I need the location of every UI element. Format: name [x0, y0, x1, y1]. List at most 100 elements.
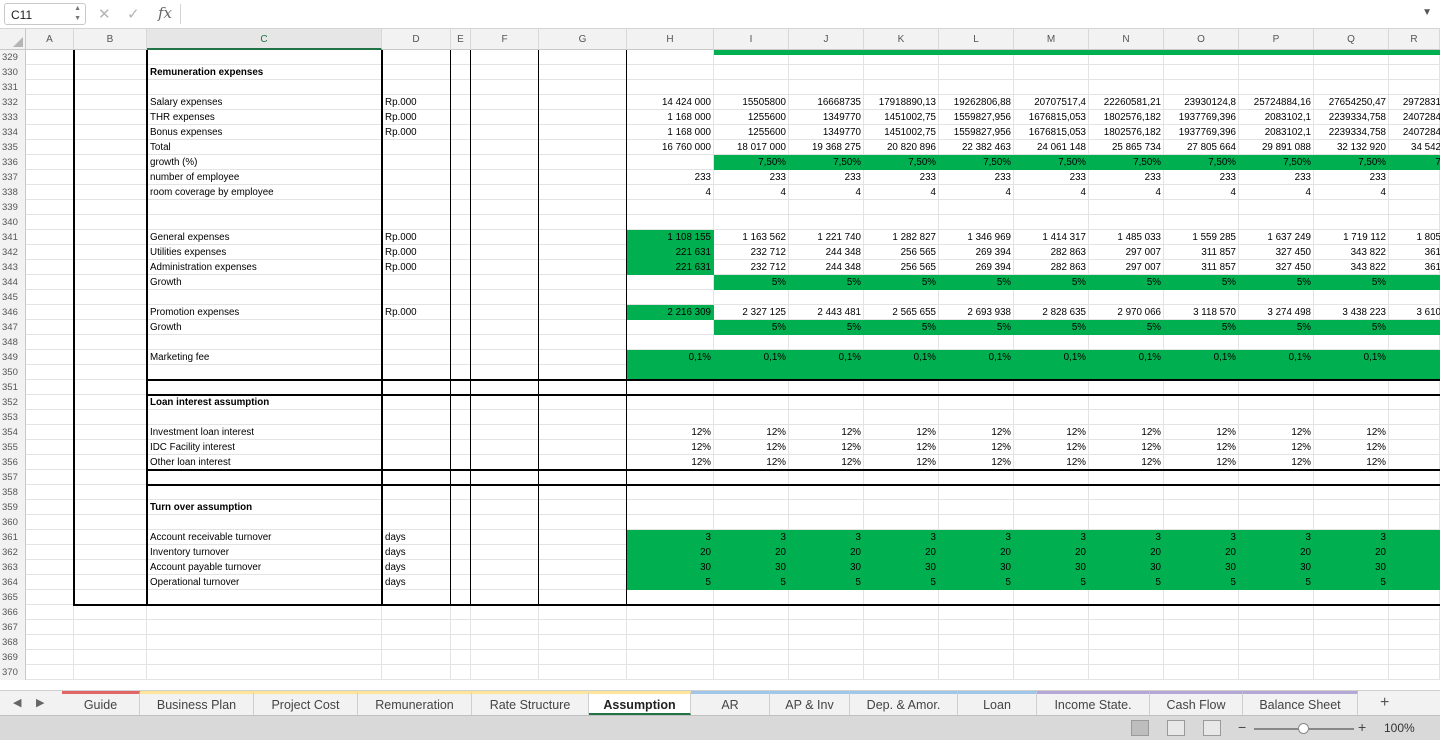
- cell[interactable]: 27 805 664: [1167, 140, 1236, 155]
- column-header[interactable]: L: [939, 29, 1014, 50]
- cell[interactable]: 29 891 088: [1242, 140, 1311, 155]
- cell[interactable]: 5: [630, 575, 711, 590]
- cell[interactable]: 12%: [1167, 425, 1236, 440]
- row-header[interactable]: 349: [0, 350, 26, 365]
- cell[interactable]: 7: [1392, 155, 1440, 170]
- row-header[interactable]: 363: [0, 560, 26, 575]
- cell[interactable]: 256 565: [867, 260, 936, 275]
- cell[interactable]: 1676815,053: [1017, 110, 1086, 125]
- cell[interactable]: 2 970 066: [1092, 305, 1161, 320]
- cancel-icon[interactable]: ✕: [98, 5, 111, 23]
- cell[interactable]: 233: [942, 170, 1011, 185]
- row-header[interactable]: 338: [0, 185, 26, 200]
- formula-input[interactable]: [188, 5, 1408, 23]
- row-header[interactable]: 365: [0, 590, 26, 605]
- cell[interactable]: 12%: [1242, 455, 1311, 470]
- sheet-tab[interactable]: Income State.: [1037, 691, 1150, 715]
- cell[interactable]: 3: [630, 530, 711, 545]
- row-header[interactable]: 357: [0, 470, 26, 485]
- cell[interactable]: 12%: [792, 440, 861, 455]
- cell[interactable]: 16 760 000: [630, 140, 711, 155]
- row-header[interactable]: 343: [0, 260, 26, 275]
- sheet-tab[interactable]: Remuneration: [358, 691, 472, 715]
- cell[interactable]: 233: [630, 170, 711, 185]
- cell[interactable]: 256 565: [867, 245, 936, 260]
- sheet-tab[interactable]: Dep. & Amor.: [850, 691, 958, 715]
- cell[interactable]: 5%: [1092, 275, 1161, 290]
- sheet-tab[interactable]: Business Plan: [140, 691, 254, 715]
- cell[interactable]: 12%: [867, 440, 936, 455]
- cell[interactable]: 19 368 275: [792, 140, 861, 155]
- row-header[interactable]: 353: [0, 410, 26, 425]
- cell[interactable]: Utilities expenses: [150, 245, 379, 260]
- cell[interactable]: 232 712: [717, 260, 786, 275]
- cell[interactable]: 4: [1092, 185, 1161, 200]
- cell[interactable]: 244 348: [792, 245, 861, 260]
- cell[interactable]: Growth: [150, 275, 379, 290]
- cell[interactable]: 12%: [1167, 455, 1236, 470]
- cell[interactable]: Investment loan interest: [150, 425, 379, 440]
- row-header[interactable]: 356: [0, 455, 26, 470]
- cell[interactable]: 232 712: [717, 245, 786, 260]
- cell[interactable]: 5%: [1017, 320, 1086, 335]
- cell[interactable]: 5%: [1167, 275, 1236, 290]
- cell[interactable]: 244 348: [792, 260, 861, 275]
- cell[interactable]: 4: [630, 185, 711, 200]
- cell[interactable]: Rp.000: [385, 110, 448, 125]
- cell[interactable]: 0,1%: [1167, 350, 1236, 365]
- cell[interactable]: 5: [1242, 575, 1311, 590]
- cell[interactable]: 2407284: [1392, 125, 1440, 140]
- cell[interactable]: 3: [1242, 530, 1311, 545]
- cell[interactable]: 5%: [792, 320, 861, 335]
- cell[interactable]: Loan interest assumption: [150, 395, 379, 410]
- cell[interactable]: Remuneration expenses: [150, 65, 379, 80]
- cell[interactable]: 5: [1317, 575, 1386, 590]
- cell[interactable]: 5%: [867, 320, 936, 335]
- cell[interactable]: 5%: [717, 320, 786, 335]
- cell[interactable]: Operational turnover: [150, 575, 379, 590]
- cell[interactable]: 30: [1017, 560, 1086, 575]
- cell[interactable]: 20: [1167, 545, 1236, 560]
- column-header[interactable]: P: [1239, 29, 1314, 50]
- cell[interactable]: days: [385, 560, 448, 575]
- column-header[interactable]: M: [1014, 29, 1089, 50]
- cell[interactable]: 3 274 498: [1242, 305, 1311, 320]
- cell[interactable]: 12%: [630, 440, 711, 455]
- cell[interactable]: 1 637 249: [1242, 230, 1311, 245]
- cell[interactable]: 22260581,21: [1092, 95, 1161, 110]
- column-header[interactable]: Q: [1314, 29, 1389, 50]
- row-header[interactable]: 354: [0, 425, 26, 440]
- cell[interactable]: 1 221 740: [792, 230, 861, 245]
- cell[interactable]: 20 820 896: [867, 140, 936, 155]
- row-header[interactable]: 330: [0, 65, 26, 80]
- cell[interactable]: 20: [1092, 545, 1161, 560]
- sheet-tab[interactable]: Assumption: [589, 691, 691, 715]
- cell[interactable]: 1937769,396: [1167, 110, 1236, 125]
- cell[interactable]: 20707517,4: [1017, 95, 1086, 110]
- cell[interactable]: 1676815,053: [1017, 125, 1086, 140]
- row-header[interactable]: 348: [0, 335, 26, 350]
- cell[interactable]: 4: [867, 185, 936, 200]
- cell[interactable]: 297 007: [1092, 260, 1161, 275]
- cell[interactable]: 311 857: [1167, 260, 1236, 275]
- cell[interactable]: 297 007: [1092, 245, 1161, 260]
- cell[interactable]: 12%: [717, 455, 786, 470]
- row-header[interactable]: 334: [0, 125, 26, 140]
- cell[interactable]: 1 163 562: [717, 230, 786, 245]
- cell[interactable]: 5%: [1242, 275, 1311, 290]
- cell[interactable]: 5%: [1317, 320, 1386, 335]
- cell[interactable]: 2 828 635: [1017, 305, 1086, 320]
- cell[interactable]: Total: [150, 140, 379, 155]
- cell[interactable]: 19262806,88: [942, 95, 1011, 110]
- cell[interactable]: 25 865 734: [1092, 140, 1161, 155]
- cell[interactable]: Other loan interest: [150, 455, 379, 470]
- column-header[interactable]: H: [627, 29, 714, 50]
- cell[interactable]: 7,50%: [717, 155, 786, 170]
- row-header[interactable]: 345: [0, 290, 26, 305]
- cell[interactable]: 17918890,13: [867, 95, 936, 110]
- cell[interactable]: 3: [942, 530, 1011, 545]
- cell[interactable]: Account receivable turnover: [150, 530, 379, 545]
- row-header[interactable]: 350: [0, 365, 26, 380]
- cell[interactable]: 5: [942, 575, 1011, 590]
- cell[interactable]: 5%: [1242, 320, 1311, 335]
